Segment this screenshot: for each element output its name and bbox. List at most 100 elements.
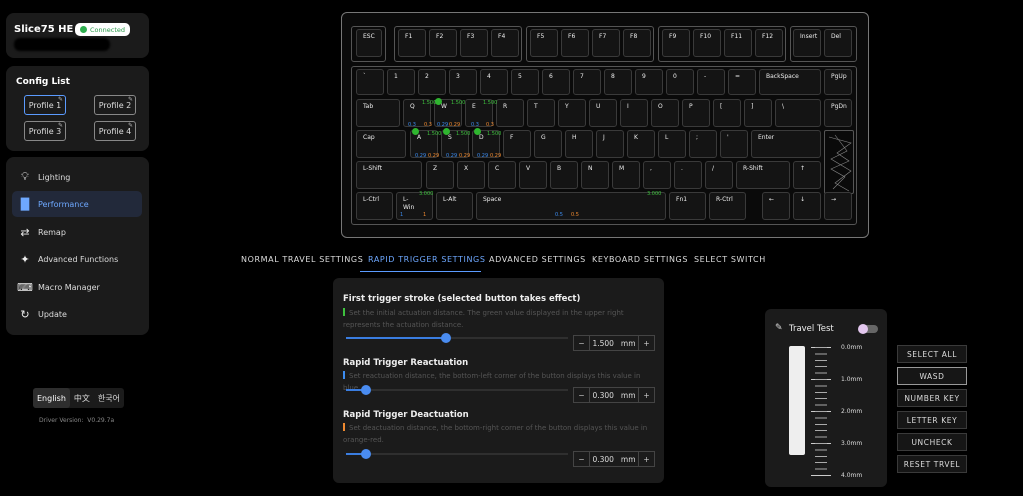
- key-u[interactable]: U: [589, 99, 617, 127]
- wasd-button[interactable]: WASD: [897, 367, 967, 385]
- travel-test-toggle[interactable]: [858, 324, 878, 334]
- key-6[interactable]: 6: [542, 69, 570, 95]
- key-h[interactable]: H: [565, 130, 593, 158]
- profile-4-button[interactable]: Profile 4 ✎: [94, 121, 136, 141]
- key-pgup[interactable]: PgUp: [824, 69, 852, 95]
- key-tab[interactable]: Tab: [356, 99, 400, 127]
- key-lshift[interactable]: L-Shift: [356, 161, 422, 189]
- letter-key-button[interactable]: LETTER KEY: [897, 411, 967, 429]
- key-quote[interactable]: ': [720, 130, 748, 158]
- key-j[interactable]: J: [596, 130, 624, 158]
- key-f6[interactable]: F6: [561, 29, 589, 57]
- key-right[interactable]: →: [824, 192, 852, 220]
- edit-icon[interactable]: ✎: [128, 96, 133, 103]
- deactuation-value[interactable]: 0.300: [592, 455, 613, 464]
- key-m[interactable]: M: [612, 161, 640, 189]
- key-g[interactable]: G: [534, 130, 562, 158]
- key-esc[interactable]: ESC: [356, 29, 382, 57]
- key-0[interactable]: 0: [666, 69, 694, 95]
- sidebar-item-advanced-functions[interactable]: ✦ Advanced Functions: [12, 246, 142, 272]
- key-f2[interactable]: F2: [429, 29, 457, 57]
- reactuation-slider[interactable]: [346, 385, 568, 395]
- key-backspace[interactable]: BackSpace: [759, 69, 821, 95]
- key-8[interactable]: 8: [604, 69, 632, 95]
- number-key-button[interactable]: NUMBER KEY: [897, 389, 967, 407]
- slider-thumb[interactable]: [440, 333, 451, 343]
- key-enter[interactable]: Enter: [751, 130, 821, 158]
- key-backslash[interactable]: \: [775, 99, 821, 127]
- sidebar-item-macro-manager[interactable]: ⌨ Macro Manager: [12, 274, 142, 300]
- first-trigger-value[interactable]: 1.500: [592, 339, 613, 348]
- key-f[interactable]: F: [503, 130, 531, 158]
- profile-1-button[interactable]: Profile 1 ✎: [24, 95, 66, 115]
- key-rbracket[interactable]: ]: [744, 99, 772, 127]
- key-f1[interactable]: F1: [398, 29, 426, 57]
- key-r[interactable]: R: [496, 99, 524, 127]
- key-v[interactable]: V: [519, 161, 547, 189]
- profile-2-button[interactable]: Profile 2 ✎: [94, 95, 136, 115]
- key-5[interactable]: 5: [511, 69, 539, 95]
- reactuation-value[interactable]: 0.300: [592, 391, 613, 400]
- key-up[interactable]: ↑: [793, 161, 821, 189]
- slider-thumb[interactable]: [360, 449, 371, 459]
- increment-button[interactable]: +: [639, 391, 654, 400]
- decrement-button[interactable]: −: [574, 339, 589, 348]
- key-n[interactable]: N: [581, 161, 609, 189]
- edit-icon[interactable]: ✎: [58, 96, 63, 103]
- deactuation-stepper[interactable]: −0.300 mm +: [573, 451, 655, 467]
- key-f11[interactable]: F11: [724, 29, 752, 57]
- edit-icon[interactable]: ✎: [128, 122, 133, 129]
- key-t[interactable]: T: [527, 99, 555, 127]
- first-trigger-stepper[interactable]: −1.500 mm +: [573, 335, 655, 351]
- key-3[interactable]: 3: [449, 69, 477, 95]
- key-slash[interactable]: /: [705, 161, 733, 189]
- key-f10[interactable]: F10: [693, 29, 721, 57]
- key-c[interactable]: C: [488, 161, 516, 189]
- key-lbracket[interactable]: [: [713, 99, 741, 127]
- sidebar-item-update[interactable]: ↻ Update: [12, 301, 142, 327]
- key-rctrl[interactable]: R-Ctrl: [709, 192, 746, 220]
- key-equal[interactable]: =: [728, 69, 756, 95]
- select-all-button[interactable]: SELECT ALL: [897, 345, 967, 363]
- key-l[interactable]: L: [658, 130, 686, 158]
- key-grave[interactable]: `: [356, 69, 384, 95]
- tab-keyboard[interactable]: KEYBOARD SETTINGS: [592, 255, 688, 264]
- sidebar-item-remap[interactable]: ⇄ Remap: [12, 219, 142, 245]
- key-x[interactable]: X: [457, 161, 485, 189]
- lang-english[interactable]: English: [33, 388, 70, 408]
- key-p[interactable]: P: [682, 99, 710, 127]
- key-comma[interactable]: ,: [643, 161, 671, 189]
- key-caps[interactable]: Cap: [356, 130, 406, 158]
- key-f7[interactable]: F7: [592, 29, 620, 57]
- reset-travel-button[interactable]: RESET TRVEL: [897, 455, 967, 473]
- lang-chinese[interactable]: 中文: [70, 388, 94, 408]
- key-i[interactable]: I: [620, 99, 648, 127]
- key-lctrl[interactable]: L-Ctrl: [356, 192, 393, 220]
- key-o[interactable]: O: [651, 99, 679, 127]
- key-lalt[interactable]: L-Alt: [436, 192, 473, 220]
- tab-normal-travel[interactable]: NORMAL TRAVEL SETTINGS: [241, 255, 363, 264]
- tab-rapid-trigger[interactable]: RAPID TRIGGER SETTINGS: [368, 255, 486, 264]
- key-b[interactable]: B: [550, 161, 578, 189]
- uncheck-button[interactable]: UNCHECK: [897, 433, 967, 451]
- deactuation-slider[interactable]: [346, 449, 568, 459]
- key-insert[interactable]: Insert: [793, 29, 821, 57]
- slider-thumb[interactable]: [360, 385, 371, 395]
- key-f12[interactable]: F12: [755, 29, 783, 57]
- key-9[interactable]: 9: [635, 69, 663, 95]
- key-period[interactable]: .: [674, 161, 702, 189]
- key-fn1[interactable]: Fn1: [669, 192, 706, 220]
- key-k[interactable]: K: [627, 130, 655, 158]
- decrement-button[interactable]: −: [574, 391, 589, 400]
- edit-icon[interactable]: ✎: [58, 122, 63, 129]
- key-4[interactable]: 4: [480, 69, 508, 95]
- key-f9[interactable]: F9: [662, 29, 690, 57]
- key-semicolon[interactable]: ;: [689, 130, 717, 158]
- increment-button[interactable]: +: [639, 455, 654, 464]
- key-7[interactable]: 7: [573, 69, 601, 95]
- key-y[interactable]: Y: [558, 99, 586, 127]
- key-left[interactable]: ←: [762, 192, 790, 220]
- key-pgdn[interactable]: PgDn: [824, 99, 852, 127]
- decrement-button[interactable]: −: [574, 455, 589, 464]
- key-f5[interactable]: F5: [530, 29, 558, 57]
